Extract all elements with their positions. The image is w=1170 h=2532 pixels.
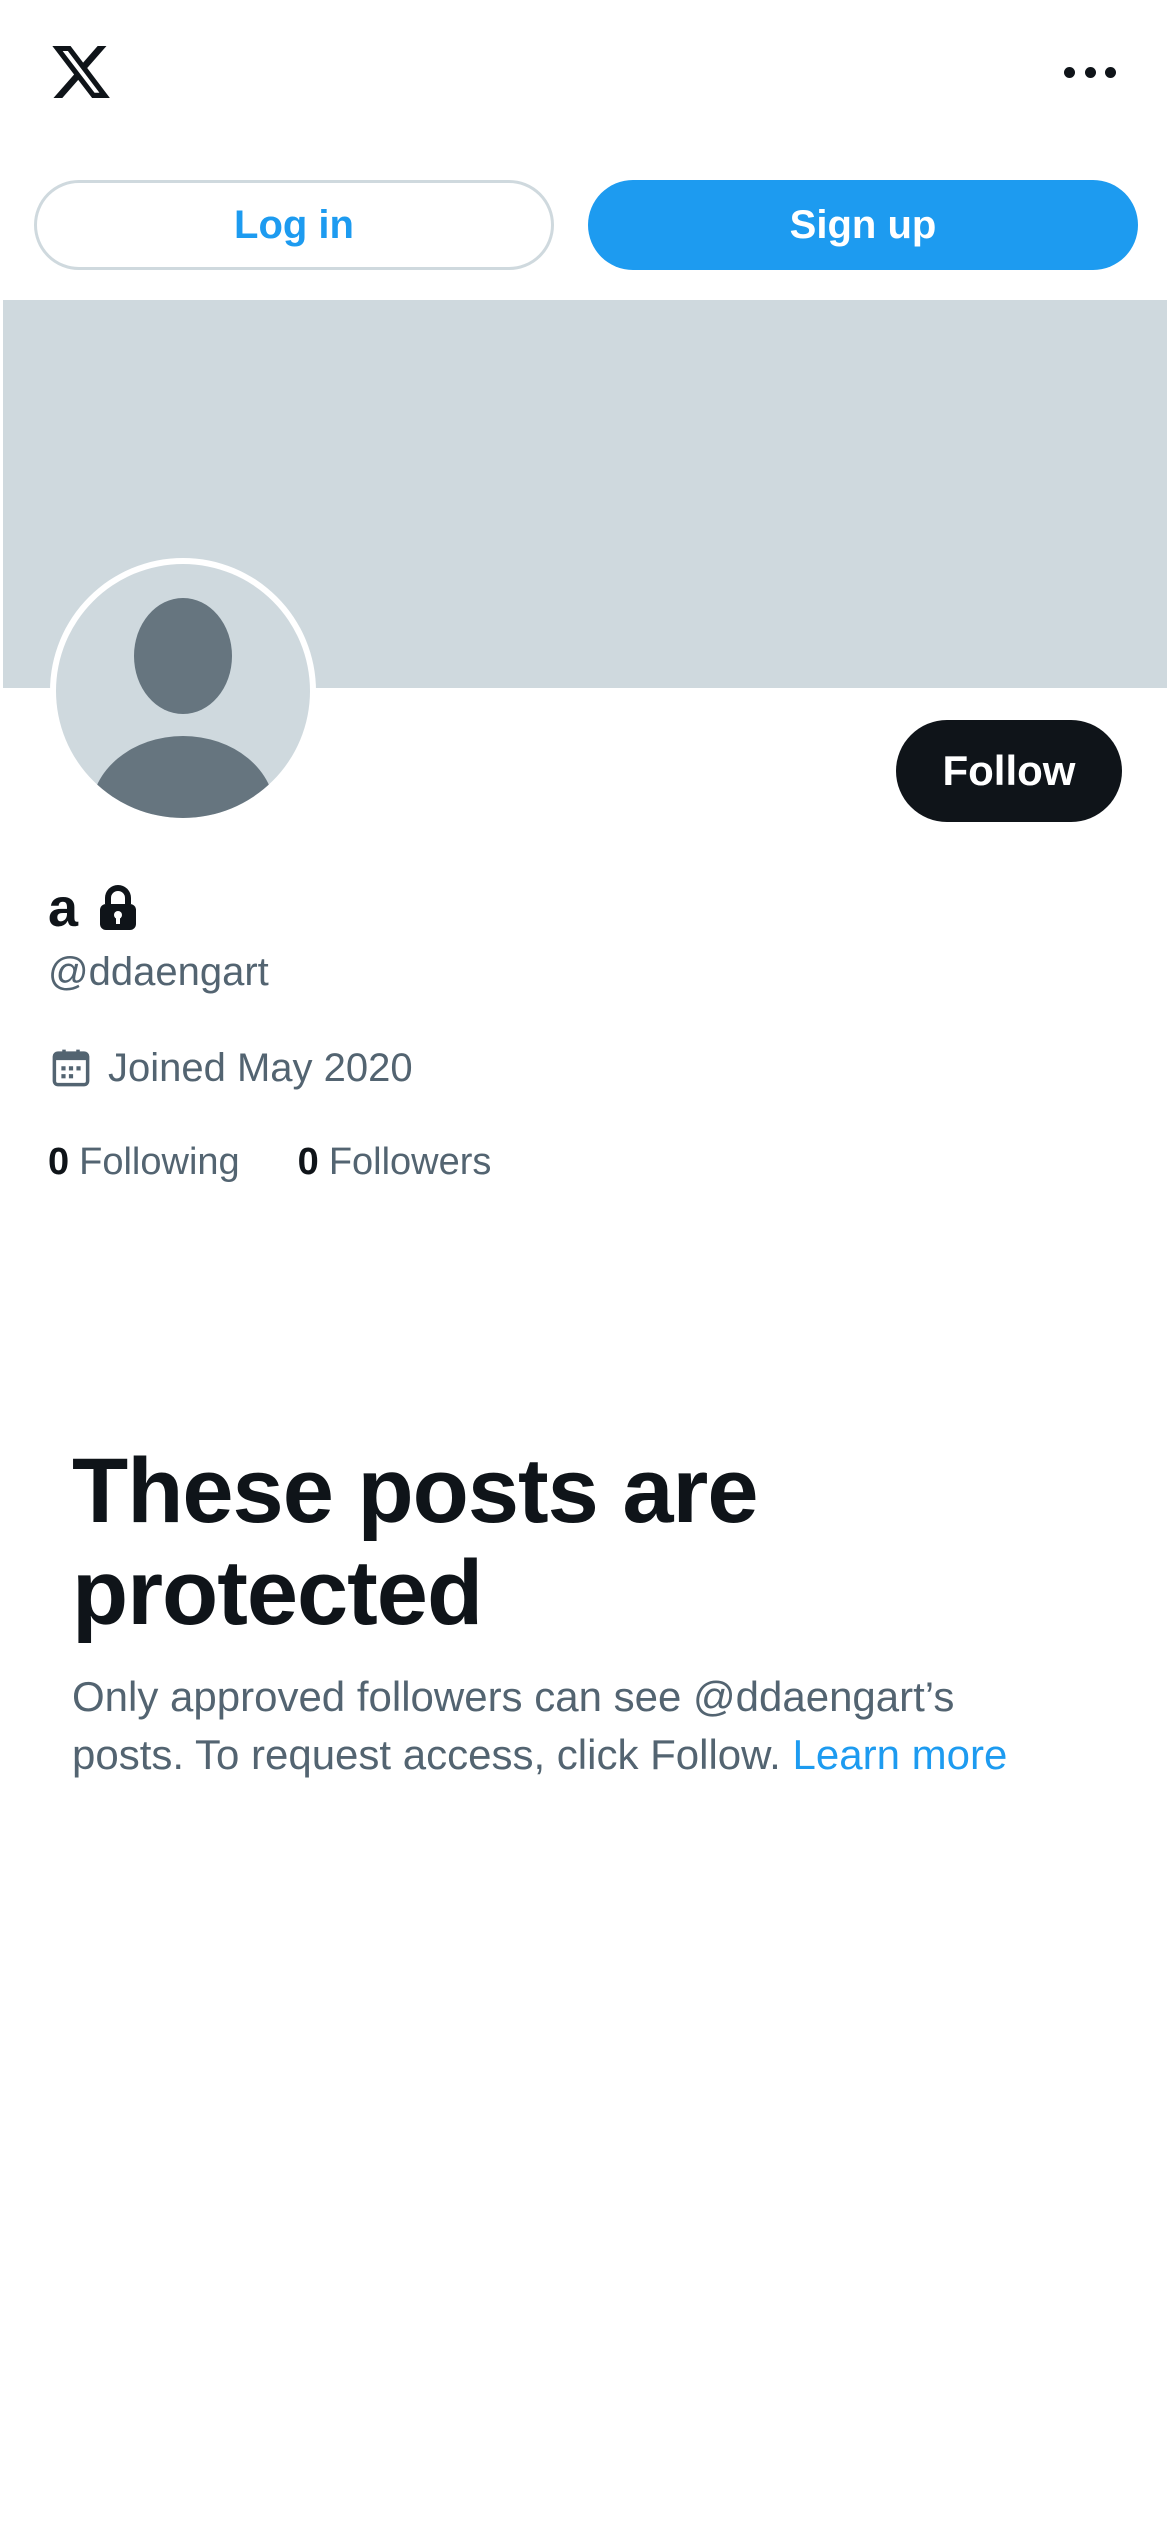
top-bar [0,0,1170,150]
follow-button[interactable]: Follow [896,720,1122,822]
following-count: 0 [48,1140,70,1183]
joined-date: Joined May 2020 [50,1040,413,1096]
log-in-button[interactable]: Log in [34,180,554,270]
sign-up-button[interactable]: Sign up [588,180,1138,270]
follow-stats: 0 Following 0 Followers [48,1134,491,1190]
lock-icon [100,885,137,930]
following-label: Following [79,1140,240,1183]
followers-link[interactable]: 0 Followers [298,1141,492,1184]
more-dot [1105,66,1116,78]
more-dot [1064,66,1075,78]
joined-text: Joined May 2020 [108,1045,413,1090]
followers-label: Followers [328,1140,492,1183]
followers-count: 0 [297,1140,319,1183]
x-logo-icon[interactable] [46,40,116,104]
avatar[interactable] [50,558,316,824]
following-link[interactable]: 0 Following [48,1141,240,1184]
default-avatar-icon [56,564,310,818]
learn-more-link[interactable]: Learn more [793,1731,1008,1778]
user-handle: @ddaengart [48,950,269,994]
protected-posts-message: Only approved followers can see @ddaenga… [72,1668,1072,1784]
display-name: a [48,878,79,938]
display-name-row: a [48,878,138,938]
calendar-icon [52,1049,90,1087]
more-horizontal-icon[interactable] [1060,58,1120,86]
profile-page: Log in Sign up Follow a @ddaengart Joine… [0,0,1170,2532]
more-dot [1084,66,1096,78]
person-silhouette-icon [91,598,275,818]
protected-posts-title: These posts are protected [72,1440,759,1644]
